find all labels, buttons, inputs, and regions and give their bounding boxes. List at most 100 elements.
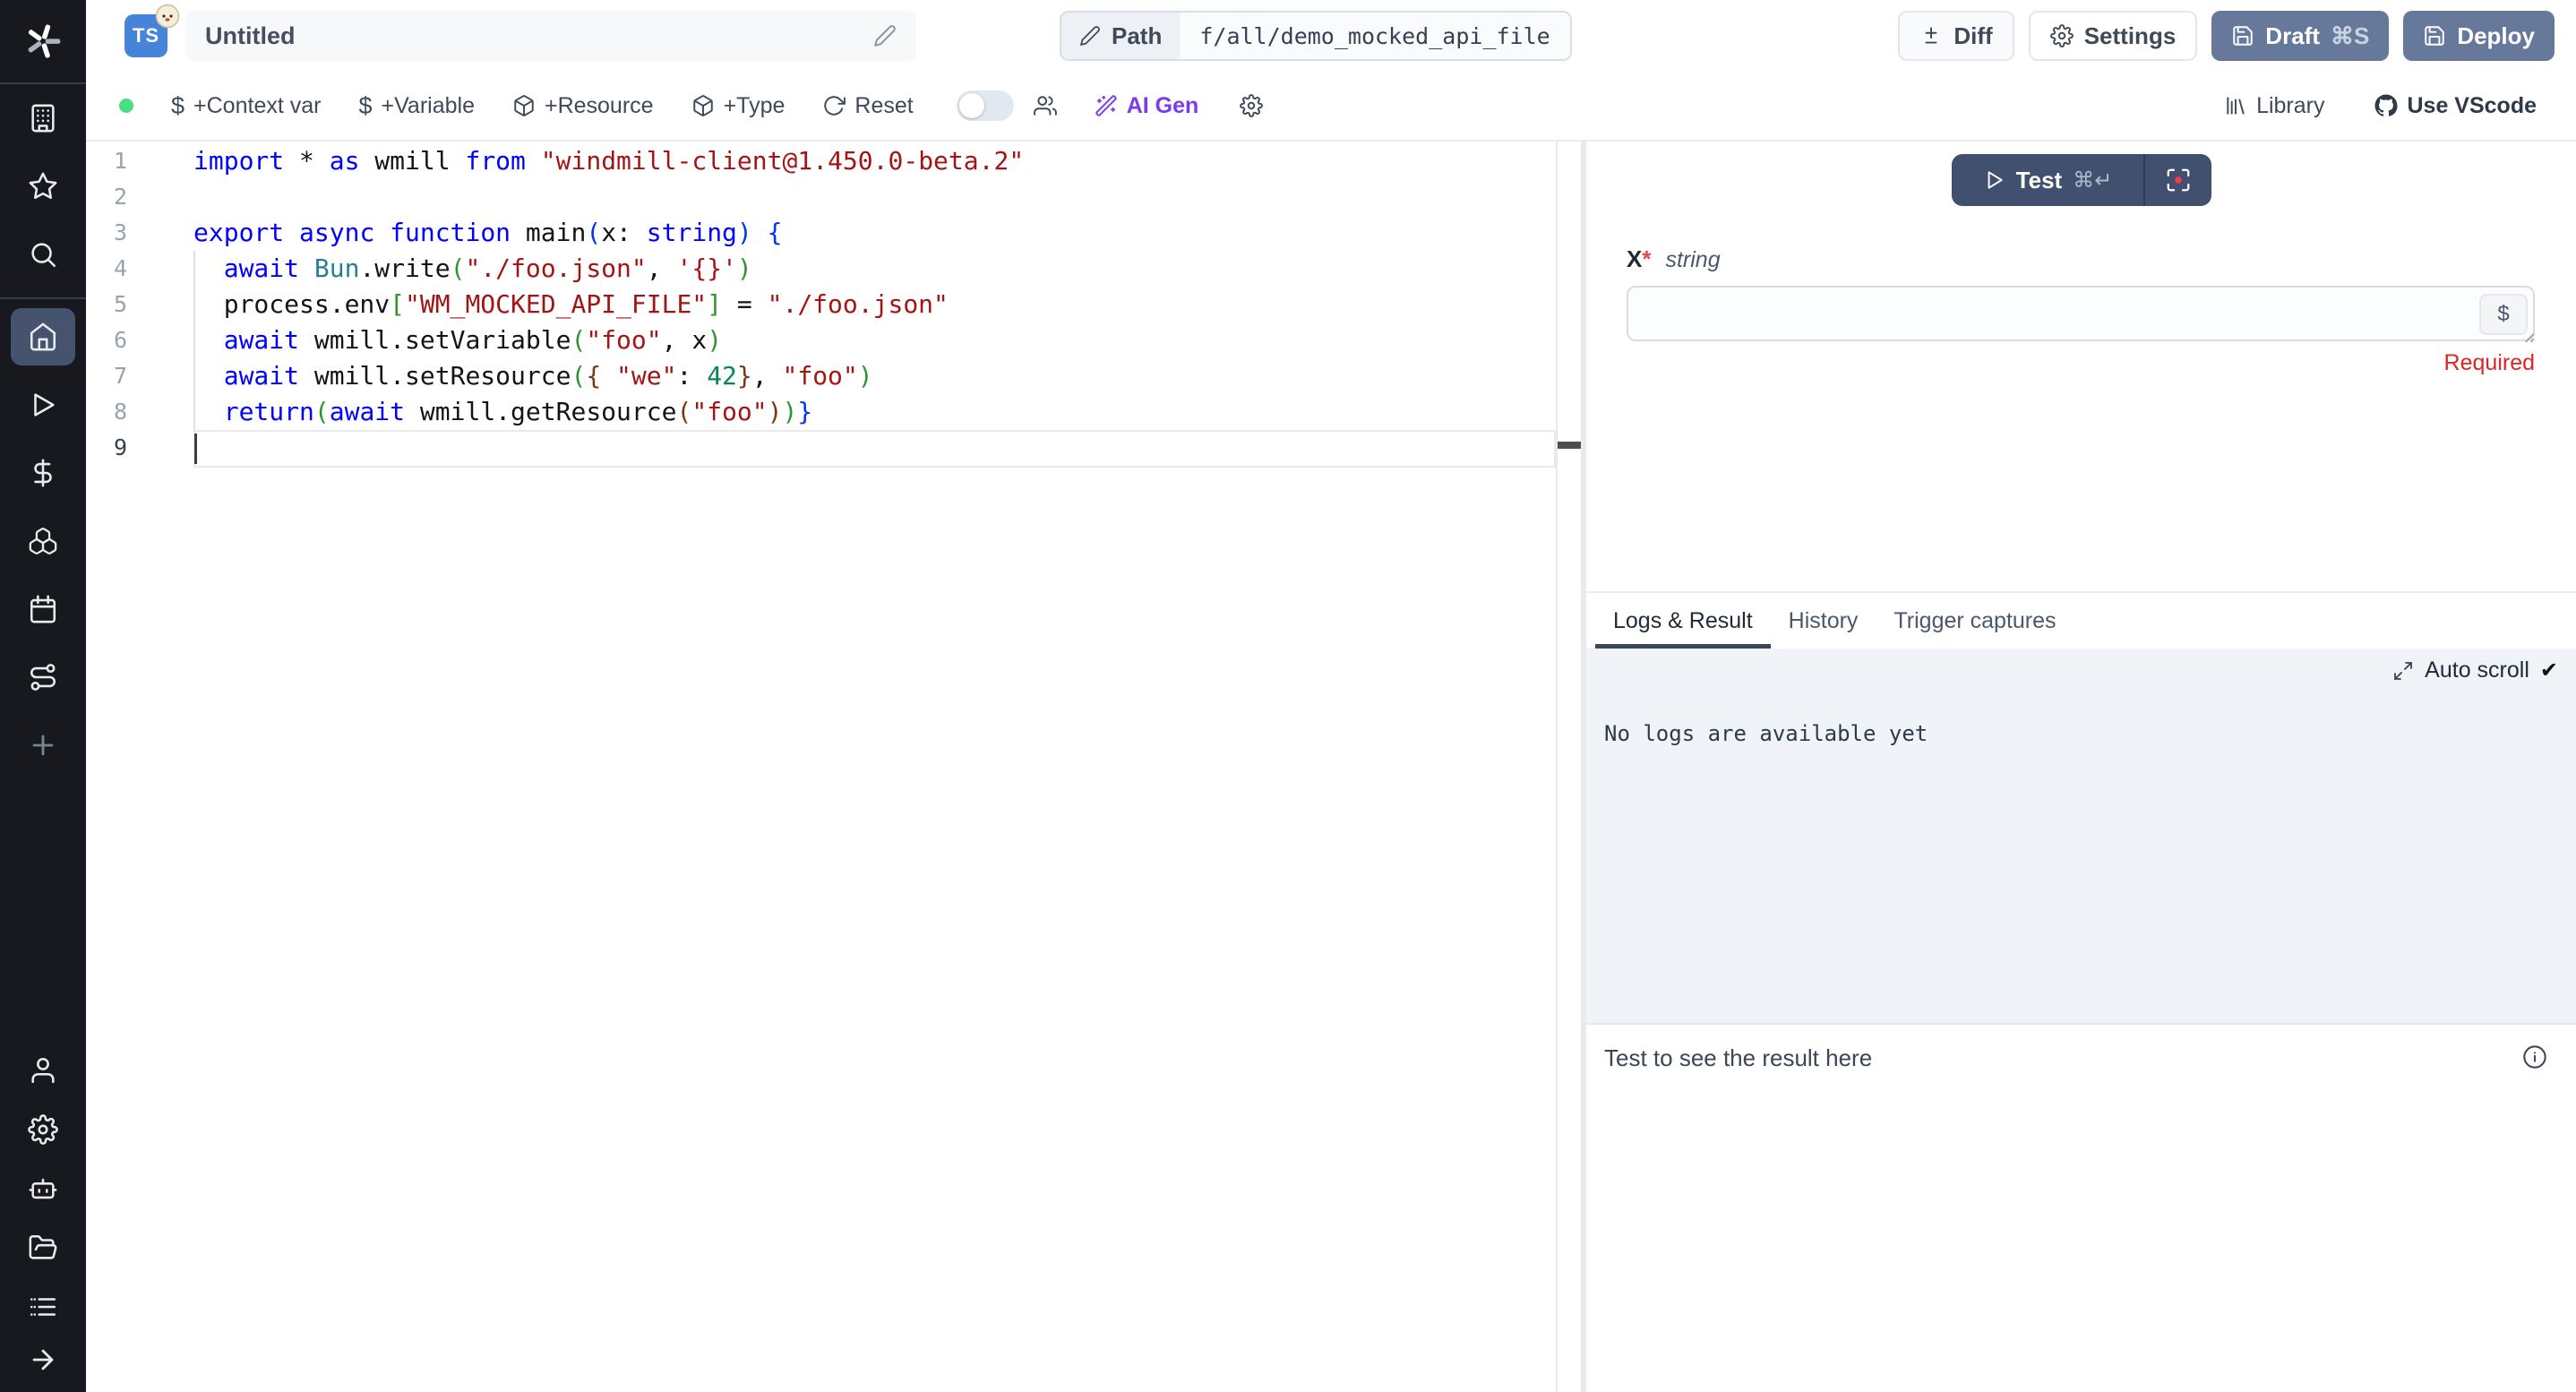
code-editor[interactable]: 123456789 import * as wmill from "windmi… bbox=[86, 142, 1586, 1392]
deploy-button[interactable]: Deploy bbox=[2403, 11, 2555, 61]
deploy-label: Deploy bbox=[2457, 22, 2535, 50]
autoscroll-checkmark[interactable]: ✔ bbox=[2540, 657, 2558, 683]
editor-settings-gear-icon[interactable] bbox=[1240, 94, 1263, 117]
draft-button[interactable]: Draft ⌘S bbox=[2211, 11, 2389, 61]
sidebar-item-schedules[interactable] bbox=[11, 575, 75, 643]
ai-gen-button[interactable]: AI Gen bbox=[1095, 93, 1199, 119]
use-vscode-button[interactable]: Use VScode bbox=[2374, 93, 2537, 119]
info-icon[interactable] bbox=[2522, 1044, 2558, 1070]
code-line[interactable]: export async function main(x: string) { bbox=[193, 215, 1556, 251]
sidebar-item-resources[interactable] bbox=[11, 507, 75, 575]
path-value[interactable]: f/all/demo_mocked_api_file bbox=[1180, 13, 1569, 59]
sidebar-item-workers[interactable] bbox=[11, 1159, 75, 1218]
test-shortcut: ⌘↵ bbox=[2073, 168, 2112, 193]
draft-label: Draft bbox=[2265, 22, 2320, 50]
autoscroll-row: Auto scroll ✔ bbox=[1604, 657, 2558, 683]
library-button[interactable]: Library bbox=[2224, 93, 2324, 119]
sidebar-item-workspace[interactable] bbox=[11, 84, 75, 152]
argument-input-wrap: $ bbox=[1627, 286, 2535, 341]
status-dot bbox=[119, 99, 133, 113]
test-button-group: Test ⌘↵ bbox=[1952, 154, 2211, 206]
add-type-button[interactable]: +Type bbox=[691, 93, 786, 119]
logs-panel: Auto scroll ✔ No logs are available yet bbox=[1586, 649, 2576, 1023]
tab-history[interactable]: History bbox=[1771, 593, 1876, 649]
argument-input[interactable] bbox=[1628, 288, 2533, 339]
sidebar-item-home[interactable] bbox=[11, 308, 75, 365]
refresh-icon bbox=[822, 94, 846, 117]
code-line[interactable]: import * as wmill from "windmill-client@… bbox=[193, 143, 1556, 179]
argument-label-row: X* string bbox=[1627, 245, 2576, 273]
capture-button[interactable] bbox=[2145, 154, 2211, 206]
resource-label: +Resource bbox=[545, 93, 654, 119]
code-line[interactable]: process.env["WM_MOCKED_API_FILE"] = "./f… bbox=[193, 287, 1556, 322]
test-button[interactable]: Test ⌘↵ bbox=[1952, 154, 2143, 206]
required-hint: Required bbox=[1586, 350, 2535, 376]
star-icon bbox=[28, 171, 58, 202]
package-icon bbox=[691, 94, 715, 117]
script-title-field[interactable]: Untitled bbox=[185, 11, 916, 61]
autoscroll-label[interactable]: Auto scroll bbox=[2425, 657, 2529, 683]
add-resource-button[interactable]: +Resource bbox=[512, 93, 654, 119]
line-number: 1 bbox=[86, 143, 193, 179]
list-icon bbox=[28, 1292, 58, 1322]
expand-icon[interactable] bbox=[2392, 660, 2414, 682]
tab-logs-result[interactable]: Logs & Result bbox=[1595, 593, 1771, 649]
toolbar-right-group: Library Use VScode bbox=[2224, 93, 2576, 119]
sidebar-expand-button[interactable] bbox=[11, 1336, 75, 1383]
windmill-logo[interactable] bbox=[0, 0, 86, 84]
field-type: string bbox=[1665, 247, 1720, 273]
editor-toolbar: $ +Context var $ +Variable +Resource +Ty… bbox=[86, 72, 2576, 142]
sidebar-item-routes[interactable] bbox=[11, 643, 75, 711]
sidebar-item-folders[interactable] bbox=[11, 1218, 75, 1277]
code-line[interactable] bbox=[193, 179, 1556, 215]
required-asterisk: * bbox=[1642, 245, 1651, 272]
sidebar-item-user[interactable] bbox=[11, 1041, 75, 1100]
search-icon bbox=[28, 239, 58, 270]
sidebar-item-variables[interactable] bbox=[11, 439, 75, 507]
test-section: Test ⌘↵ X* string bbox=[1586, 142, 2576, 591]
dollar-icon: $ bbox=[171, 92, 185, 120]
editor-scrollbar[interactable] bbox=[1556, 142, 1581, 1392]
path-group[interactable]: Path f/all/demo_mocked_api_file bbox=[1060, 11, 1572, 61]
magic-wand-icon bbox=[1095, 94, 1118, 117]
users-icon[interactable] bbox=[1034, 94, 1057, 117]
sidebar-item-add[interactable] bbox=[11, 711, 75, 779]
resize-handle[interactable] bbox=[2520, 329, 2535, 343]
settings-button[interactable]: Settings bbox=[2029, 11, 2198, 61]
path-label: Path bbox=[1112, 22, 1162, 50]
sidebar-item-search[interactable] bbox=[11, 220, 75, 288]
github-icon bbox=[2374, 94, 2398, 117]
collab-toggle[interactable] bbox=[957, 90, 1014, 121]
sidebar-item-runs[interactable] bbox=[11, 371, 75, 439]
reset-button[interactable]: Reset bbox=[822, 93, 913, 119]
text-cursor bbox=[194, 434, 197, 464]
add-context-var-button[interactable]: $ +Context var bbox=[171, 92, 321, 120]
line-number: 2 bbox=[86, 179, 193, 215]
sidebar-item-settings[interactable] bbox=[11, 1100, 75, 1159]
tab-trigger-captures[interactable]: Trigger captures bbox=[1876, 593, 2074, 649]
path-label-cell[interactable]: Path bbox=[1061, 13, 1180, 59]
variable-label: +Variable bbox=[382, 93, 475, 119]
scrollbar-cursor-marker bbox=[1558, 442, 1581, 449]
code-lines[interactable]: import * as wmill from "windmill-client@… bbox=[193, 142, 1556, 1392]
sidebar-item-logs[interactable] bbox=[11, 1277, 75, 1336]
line-number: 7 bbox=[86, 358, 193, 394]
indent-guide bbox=[193, 251, 195, 430]
calendar-icon bbox=[28, 594, 58, 624]
gear-icon bbox=[28, 1114, 58, 1145]
code-line[interactable]: return(await wmill.getResource("foo"))} bbox=[193, 394, 1556, 430]
dollar-label: $ bbox=[2497, 302, 2509, 327]
diff-icon bbox=[1919, 24, 1943, 47]
edit-title-pencil-icon[interactable] bbox=[873, 24, 897, 47]
code-line[interactable]: await wmill.setResource({ "we": 42}, "fo… bbox=[193, 358, 1556, 394]
line-number: 3 bbox=[86, 215, 193, 251]
sidebar-item-favorites[interactable] bbox=[11, 152, 75, 220]
code-line[interactable]: await Bun.write("./foo.json", '{}') bbox=[193, 251, 1556, 287]
code-line[interactable]: await wmill.setVariable("foo", x) bbox=[193, 322, 1556, 358]
dollar-icon bbox=[28, 458, 58, 488]
top-actions: Diff Settings Draft ⌘S bbox=[1898, 11, 2555, 61]
add-variable-button[interactable]: $ +Variable bbox=[358, 92, 475, 120]
diff-button[interactable]: Diff bbox=[1898, 11, 2014, 61]
context-var-label: +Context var bbox=[193, 93, 321, 119]
logs-empty-text: No logs are available yet bbox=[1604, 721, 2558, 746]
